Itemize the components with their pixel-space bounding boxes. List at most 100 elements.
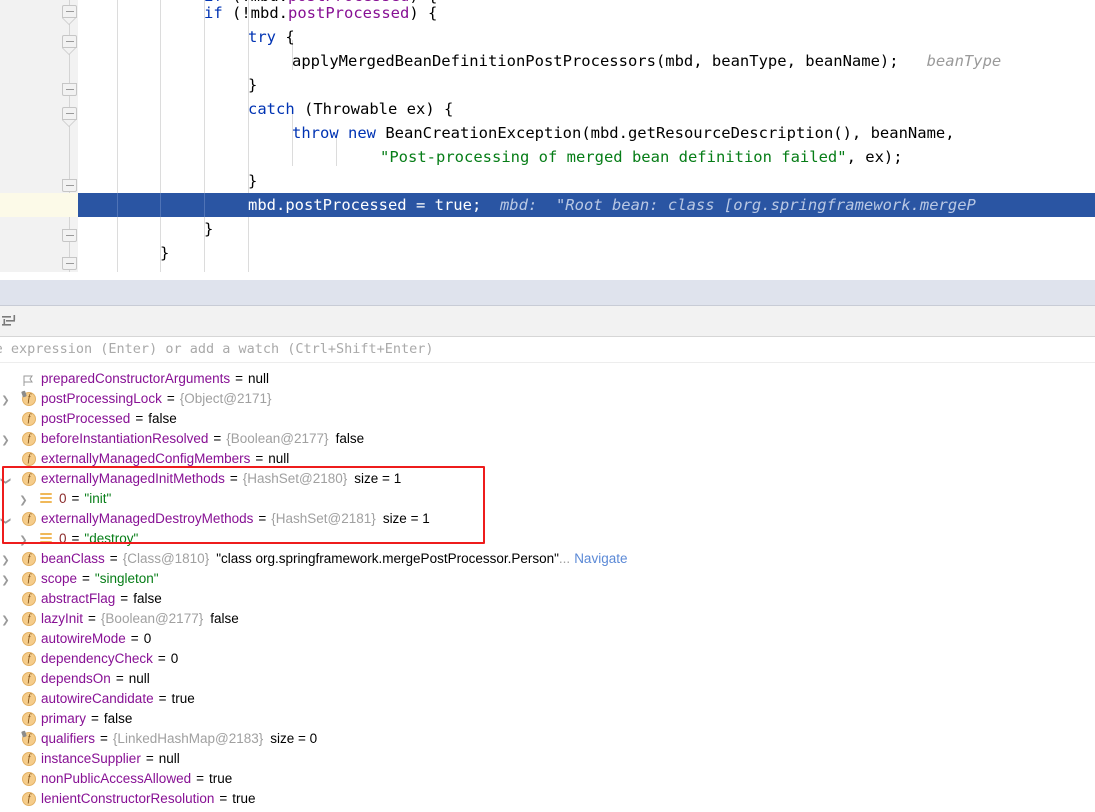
variable-row[interactable]: f qualifiers = {LinkedHashMap@2183} size = 0 [0, 729, 1095, 749]
variable-value: null [268, 451, 290, 466]
variable-value: "init" [84, 491, 112, 506]
assignment-operator: = [229, 471, 238, 486]
assignment-operator: = [120, 591, 129, 606]
variable-name: beanClass [41, 551, 105, 566]
variable-row[interactable]: f lenientConstructorResolution = true [0, 789, 1095, 809]
variable-row[interactable]: f externallyManagedDestroyMethods = {HashSe… [0, 509, 1095, 529]
variable-row[interactable]: f autowireMode = 0 [0, 629, 1095, 649]
variable-value: "class org.springframework.mergePostProc… [216, 551, 559, 566]
variable-row[interactable]: f externallyManagedInitMethods = {HashSet@2… [0, 469, 1095, 489]
code-line: } [160, 241, 169, 265]
variable-row[interactable]: f postProcessed = false [0, 409, 1095, 429]
variable-row[interactable]: f dependsOn = null [0, 669, 1095, 689]
code-token: } [160, 244, 170, 262]
ide-debug-screen: if (!mbd.postProcessed) {if (!mbd.postPr… [0, 0, 1095, 812]
variable-name: dependencyCheck [41, 651, 153, 666]
navigate-link[interactable]: Navigate [574, 549, 627, 569]
field-icon: f [22, 772, 36, 786]
current-line-separator [204, 193, 205, 217]
code-token: try [248, 28, 276, 46]
current-line-gutter-highlight [0, 193, 78, 217]
chevron-right-icon[interactable] [0, 569, 11, 589]
editor-hscrollbar-track[interactable] [78, 266, 1095, 273]
variable-row[interactable]: f dependencyCheck = 0 [0, 649, 1095, 669]
field-icon: f [22, 412, 36, 426]
variables-tree[interactable]: preparedConstructorArguments=nullfpostPr… [0, 365, 1095, 812]
code-token: postProcessed [288, 4, 410, 22]
code-token: (Throwable ex) { [294, 100, 454, 118]
variable-row[interactable]: f abstractFlag = false [0, 589, 1095, 609]
code-text-layer[interactable]: if (!mbd.postProcessed) {if (!mbd.postPr… [0, 0, 1095, 272]
list-element-icon [40, 493, 52, 505]
code-editor[interactable]: if (!mbd.postProcessed) {if (!mbd.postPr… [0, 0, 1095, 280]
code-line: } [248, 73, 257, 97]
code-token: ) { [409, 4, 438, 22]
assignment-operator: = [71, 491, 80, 506]
variable-row[interactable]: 0 = "init" [0, 489, 1095, 509]
code-token: catch [248, 100, 295, 118]
object-reference: {Boolean@2177} [100, 611, 204, 626]
variable-name: postProcessingLock [41, 391, 162, 406]
assignment-operator: = [258, 511, 267, 526]
variable-name: preparedConstructorArguments [41, 371, 231, 386]
variable-row[interactable]: f primary = false [0, 709, 1095, 729]
chevron-right-icon[interactable] [0, 389, 11, 409]
variable-value: "destroy" [84, 531, 139, 546]
variable-name: autowireMode [41, 631, 126, 646]
code-token: } [204, 220, 214, 238]
object-reference: {HashSet@2181} [271, 511, 376, 526]
variable-row[interactable]: f postProcessingLock = {Object@2171} [0, 389, 1095, 409]
field-icon: f [22, 472, 36, 486]
field-icon: f [22, 652, 36, 666]
variable-row[interactable]: f externallyManagedConfigMembers = null [0, 449, 1095, 469]
variable-name: postProcessed [41, 411, 131, 426]
assignment-operator: = [158, 691, 167, 706]
variable-name: autowireCandidate [41, 691, 154, 706]
variable-row[interactable]: fscope = "singleton" [0, 569, 1095, 589]
current-line-statement: mbd.postProcessed = true; [248, 196, 482, 214]
variable-row[interactable]: f beanClass = {Class@1810} "class org.spring… [0, 549, 1095, 569]
code-line: } [248, 169, 257, 193]
assignment-operator: = [115, 671, 124, 686]
chevron-down-icon[interactable] [0, 469, 11, 489]
object-reference: {Object@2171} [179, 391, 272, 406]
object-reference: {LinkedHashMap@2183} [112, 731, 264, 746]
variable-name: 0 [59, 491, 67, 506]
variable-name: nonPublicAccessAllowed [41, 771, 192, 786]
variable-row[interactable]: preparedConstructorArguments = null [0, 369, 1095, 389]
chevron-right-icon[interactable] [0, 609, 11, 629]
list-element-icon [40, 533, 52, 545]
layout-settings-icon[interactable] [2, 315, 17, 328]
code-token: new [348, 124, 377, 142]
chevron-right-icon[interactable] [18, 489, 29, 509]
field-icon: f [22, 692, 36, 706]
assignment-operator: = [135, 411, 144, 426]
variable-row[interactable]: f instanceSupplier = null [0, 749, 1095, 769]
variable-row[interactable]: f beforeInstantiationResolved = {Boolean@21… [0, 429, 1095, 449]
variable-value: null [247, 371, 269, 386]
chevron-right-icon[interactable] [0, 549, 11, 569]
object-reference: {Boolean@2177} [226, 431, 329, 446]
chevron-right-icon[interactable] [0, 429, 11, 449]
variable-value: size = 0 [270, 731, 318, 746]
variable-value: true [171, 691, 195, 706]
variable-name: lazyInit [41, 611, 84, 626]
debugger-toolbar[interactable] [0, 306, 1095, 337]
chevron-right-icon[interactable] [18, 529, 29, 549]
variable-row[interactable]: f autowireCandidate = true [0, 689, 1095, 709]
code-token: throw [292, 124, 339, 142]
variable-value: true [208, 771, 233, 786]
code-line: if (!mbd.postProcessed) { [204, 1, 437, 25]
field-icon: f [22, 752, 36, 766]
variable-row[interactable]: f lazyInit = {Boolean@2177} false [0, 609, 1095, 629]
chevron-down-icon[interactable] [0, 509, 11, 529]
variable-row[interactable]: f nonPublicAccessAllowed = true [0, 769, 1095, 789]
evaluate-expression-placeholder: aluate expression (Enter) or add a watch… [0, 341, 434, 357]
assignment-operator: = [130, 631, 139, 646]
variable-row[interactable]: 0 = "destroy" [0, 529, 1095, 549]
current-line-separator [160, 193, 161, 217]
panel-divider[interactable] [0, 280, 1095, 306]
evaluate-expression-bar[interactable]: aluate expression (Enter) or add a watch… [0, 337, 1095, 363]
variable-value: false [103, 711, 133, 726]
